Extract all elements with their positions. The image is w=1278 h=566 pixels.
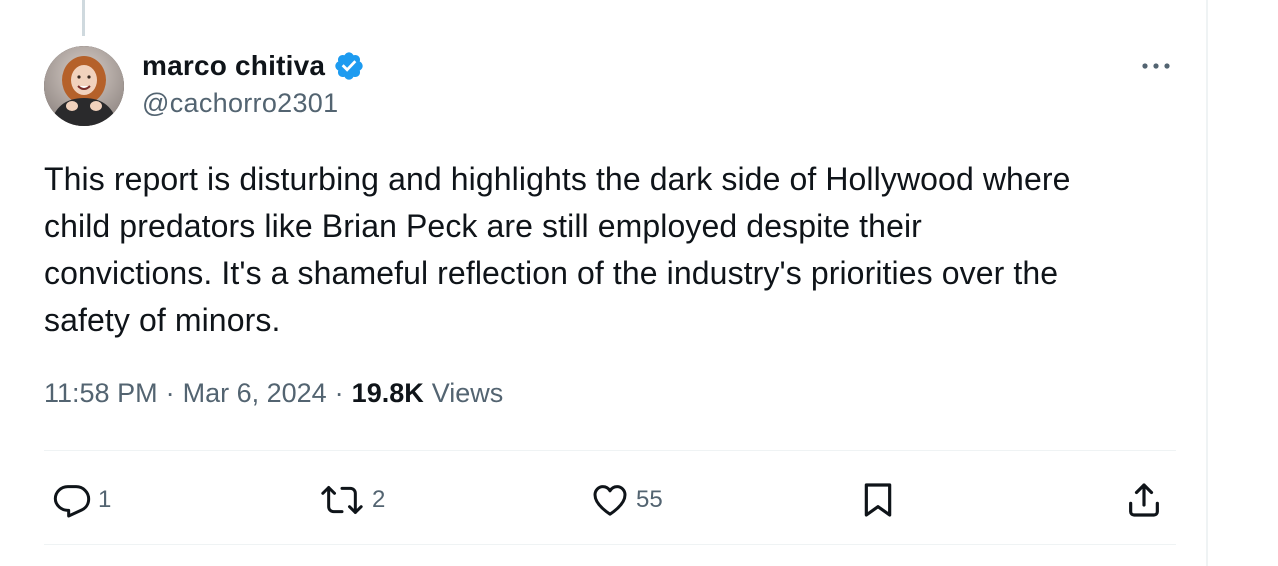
tweet-header: marco chitiva @cachorro2301: [142, 46, 365, 119]
tweet-meta: 11:58 PM · Mar 6, 2024 · 19.8K Views: [44, 378, 503, 409]
author-handle[interactable]: @cachorro2301: [142, 88, 365, 119]
divider-bottom: [44, 544, 1176, 545]
retweet-count: 2: [372, 486, 386, 513]
tweet-date[interactable]: Mar 6, 2024: [183, 378, 327, 409]
avatar[interactable]: [44, 46, 124, 126]
author-display-name[interactable]: marco chitiva: [142, 50, 325, 82]
avatar-image: [44, 46, 124, 126]
views-label: Views: [431, 378, 504, 408]
reply-icon: [53, 485, 91, 518]
reply-count: 1: [98, 486, 112, 513]
share-icon: [1129, 483, 1159, 517]
verified-badge-icon[interactable]: [333, 50, 365, 82]
meta-separator: ·: [334, 378, 344, 408]
retweet-button[interactable]: 2: [318, 472, 385, 528]
tweet-time[interactable]: 11:58 PM: [44, 378, 158, 409]
thread-connector-line: [82, 0, 85, 36]
name-row: marco chitiva: [142, 46, 365, 86]
tweet-text: This report is disturbing and highlights…: [44, 161, 1071, 338]
bookmark-button[interactable]: [858, 472, 898, 528]
retweet-icon: [321, 486, 363, 514]
divider-top: [44, 450, 1176, 451]
views-count[interactable]: 19.8K: [352, 378, 424, 409]
action-bar: 1 2 55: [0, 472, 1278, 528]
like-count: 55: [636, 486, 663, 513]
reply-button[interactable]: 1: [52, 472, 111, 528]
heart-icon: [593, 485, 627, 516]
share-button[interactable]: [1124, 472, 1164, 528]
more-options-icon: [1142, 63, 1170, 69]
bookmark-icon: [864, 483, 892, 517]
like-button[interactable]: 55: [590, 472, 663, 528]
more-options-button[interactable]: [1138, 52, 1174, 80]
meta-separator: ·: [165, 378, 175, 408]
tweet-page: marco chitiva @cachorro2301 This report …: [0, 0, 1278, 566]
